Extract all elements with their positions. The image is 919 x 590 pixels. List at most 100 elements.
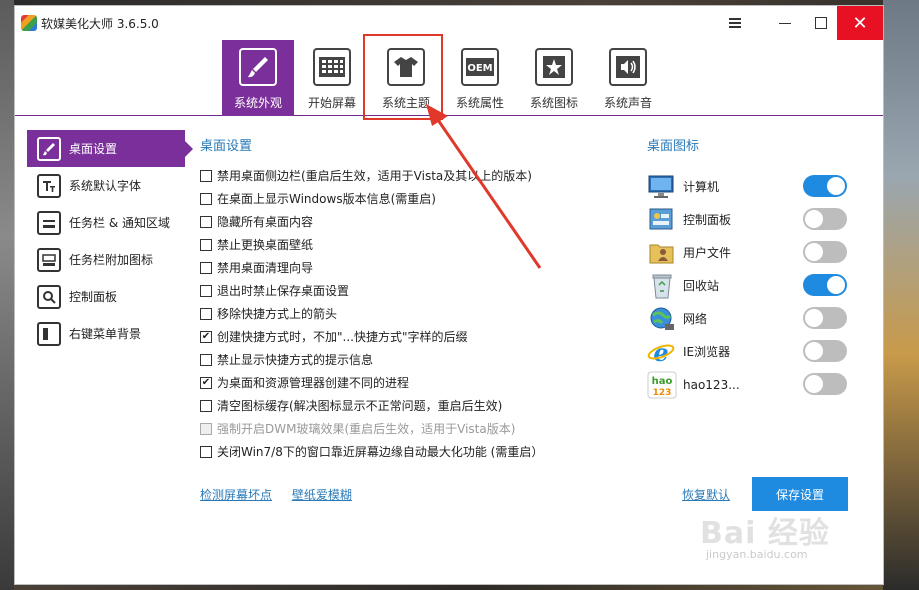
option-disable-cleanup-wizard[interactable]: 禁用桌面清理向导 bbox=[200, 256, 640, 279]
watermark-text: Bai 经验 bbox=[700, 516, 830, 551]
option-clear-icon-cache[interactable]: 清空图标缓存(解决图标显示不正常问题，重启后生效) bbox=[200, 394, 640, 417]
option-no-shortcut-suffix[interactable]: ✔ 创建快捷方式时，不加"...快捷方式"字样的后缀 bbox=[200, 325, 640, 348]
window-title: 软媒美化大师 3.6.5.0 bbox=[41, 17, 159, 31]
option-remove-shortcut-arrow[interactable]: 移除快捷方式上的箭头 bbox=[200, 302, 640, 325]
footer-links: 检测屏幕坏点 壁纸爱模糊 bbox=[200, 486, 368, 503]
checkbox-checked[interactable]: ✔ bbox=[200, 376, 212, 389]
detect-bad-pixels-link[interactable]: 检测屏幕坏点 bbox=[200, 488, 272, 502]
tshirt-icon bbox=[387, 48, 425, 86]
icon-row-hao123: hao 123 hao123... bbox=[647, 368, 847, 401]
control-panel-icon bbox=[647, 205, 677, 235]
toggle-knob bbox=[827, 276, 845, 294]
taskbar-icon bbox=[37, 210, 61, 235]
sidebar-item-default-font[interactable]: 系统默认字体 bbox=[27, 167, 185, 204]
sidebar-item-control-panel[interactable]: 控制面板 bbox=[27, 278, 185, 315]
icon-row-computer: 计算机 bbox=[647, 170, 847, 203]
checkbox[interactable] bbox=[200, 261, 212, 274]
maximize-button[interactable] bbox=[801, 6, 841, 40]
icon-row-ie: e IE浏览器 bbox=[647, 335, 847, 368]
sidebar-item-taskbar-extra[interactable]: 任务栏附加图标 bbox=[27, 241, 185, 278]
close-button[interactable]: ✕ bbox=[837, 6, 883, 40]
save-settings-button[interactable]: 保存设置 bbox=[752, 477, 848, 511]
control-panel-icon bbox=[37, 284, 61, 309]
checkbox[interactable] bbox=[200, 307, 212, 320]
hao123-text-bottom: 123 bbox=[653, 388, 672, 398]
checkbox[interactable] bbox=[200, 399, 212, 412]
speaker-icon bbox=[609, 48, 647, 86]
maximize-icon bbox=[815, 17, 827, 29]
menu-button[interactable] bbox=[715, 6, 755, 40]
hamburger-icon bbox=[729, 18, 741, 28]
checkbox[interactable] bbox=[200, 215, 212, 228]
option-show-windows-version[interactable]: 在桌面上显示Windows版本信息(需重启) bbox=[200, 187, 640, 210]
app-logo-icon bbox=[21, 15, 37, 31]
title-bar: 软媒美化大师 3.6.5.0 ✕ bbox=[15, 6, 883, 40]
option-block-wallpaper-change[interactable]: 禁止更换桌面壁纸 bbox=[200, 233, 640, 256]
restore-default-link[interactable]: 恢复默认 bbox=[682, 486, 730, 503]
recycle-bin-icon bbox=[647, 271, 677, 301]
option-separate-process[interactable]: ✔ 为桌面和资源管理器创建不同的进程 bbox=[200, 371, 640, 394]
checkbox-disabled bbox=[200, 422, 212, 435]
tab-system-appearance[interactable]: 系统外观 bbox=[222, 40, 294, 116]
toggle-ie[interactable] bbox=[803, 340, 847, 362]
option-disable-aero-snap[interactable]: 关闭Win7/8下的窗口靠近屏幕边缘自动最大化功能 (需重启） bbox=[200, 440, 640, 463]
toggle-recycle-bin[interactable] bbox=[803, 274, 847, 296]
font-icon bbox=[37, 173, 61, 198]
checkbox-checked[interactable]: ✔ bbox=[200, 330, 212, 343]
watermark-subtext: jingyan.baidu.com bbox=[706, 548, 808, 561]
desktop-settings-list: 禁用桌面侧边栏(重启后生效，适用于Vista及其以上的版本) 在桌面上显示Win… bbox=[200, 164, 640, 463]
checkbox[interactable] bbox=[200, 169, 212, 182]
sidebar-item-context-menu-bg[interactable]: 右键菜单背景 bbox=[27, 315, 185, 352]
ie-letter: e bbox=[653, 338, 668, 366]
app-window: 软媒美化大师 3.6.5.0 ✕ 系统外观 开始屏幕 系统主题 OEM 系统属性… bbox=[14, 5, 884, 585]
option-no-shortcut-tooltip[interactable]: 禁止显示快捷方式的提示信息 bbox=[200, 348, 640, 371]
desktop-icons-panel: 桌面图标 计算机 控制面板 用户文件 回收站 网络 e IE浏览器 hao 12… bbox=[647, 130, 847, 401]
checkbox[interactable] bbox=[200, 284, 212, 297]
option-force-dwm-glass: 强制开启DWM玻璃效果(重启后生效，适用于Vista版本) bbox=[200, 417, 640, 440]
toggle-knob bbox=[805, 342, 823, 360]
option-disable-sidebar[interactable]: 禁用桌面侧边栏(重启后生效，适用于Vista及其以上的版本) bbox=[200, 164, 640, 187]
icon-row-user-files: 用户文件 bbox=[647, 236, 847, 269]
tab-system-properties[interactable]: OEM 系统属性 bbox=[444, 40, 516, 116]
close-icon: ✕ bbox=[852, 12, 868, 34]
toggle-knob bbox=[805, 375, 823, 393]
toggle-knob bbox=[805, 210, 823, 228]
sidebar: 桌面设置 系统默认字体 任务栏 & 通知区域 任务栏附加图标 控制面板 右键菜单… bbox=[27, 130, 193, 352]
toggle-user-files[interactable] bbox=[803, 241, 847, 263]
star-icon bbox=[535, 48, 573, 86]
checkbox[interactable] bbox=[200, 238, 212, 251]
brush-icon bbox=[239, 48, 277, 86]
tab-system-icons[interactable]: 系统图标 bbox=[518, 40, 590, 116]
minimize-button[interactable] bbox=[765, 6, 805, 40]
sidebar-item-taskbar-notify[interactable]: 任务栏 & 通知区域 bbox=[27, 204, 185, 241]
checkbox[interactable] bbox=[200, 353, 212, 366]
icon-row-control-panel: 控制面板 bbox=[647, 203, 847, 236]
toggle-computer[interactable] bbox=[803, 175, 847, 197]
toggle-control-panel[interactable] bbox=[803, 208, 847, 230]
toggle-hao123[interactable] bbox=[803, 373, 847, 395]
toggle-knob bbox=[827, 177, 845, 195]
computer-icon bbox=[647, 172, 677, 202]
option-no-save-on-exit[interactable]: 退出时禁止保存桌面设置 bbox=[200, 279, 640, 302]
tab-system-sounds[interactable]: 系统声音 bbox=[592, 40, 664, 116]
toggle-network[interactable] bbox=[803, 307, 847, 329]
tab-start-screen[interactable]: 开始屏幕 bbox=[296, 40, 368, 116]
desktop-settings-panel: 桌面设置 禁用桌面侧边栏(重启后生效，适用于Vista及其以上的版本) 在桌面上… bbox=[200, 130, 640, 463]
hao123-icon: hao 123 bbox=[647, 370, 677, 400]
checkbox[interactable] bbox=[200, 192, 212, 205]
icon-row-recycle-bin: 回收站 bbox=[647, 269, 847, 302]
brush-icon bbox=[37, 136, 61, 161]
oem-icon-text: OEM bbox=[467, 63, 492, 74]
option-hide-desktop[interactable]: 隐藏所有桌面内容 bbox=[200, 210, 640, 233]
wallpaper-blur-link[interactable]: 壁纸爱模糊 bbox=[292, 488, 352, 502]
user-folder-icon bbox=[647, 238, 677, 268]
start-screen-icon bbox=[313, 48, 351, 86]
taskbar-extra-icon bbox=[37, 247, 61, 272]
sidebar-item-desktop-settings[interactable]: 桌面设置 bbox=[27, 130, 193, 167]
baidu-watermark: Bai 经验 jingyan.baidu.com bbox=[700, 508, 870, 568]
toggle-knob bbox=[805, 243, 823, 261]
checkbox[interactable] bbox=[200, 445, 212, 458]
minimize-icon bbox=[779, 22, 791, 24]
tab-system-theme[interactable]: 系统主题 bbox=[370, 40, 442, 116]
ie-icon: e bbox=[647, 337, 677, 367]
